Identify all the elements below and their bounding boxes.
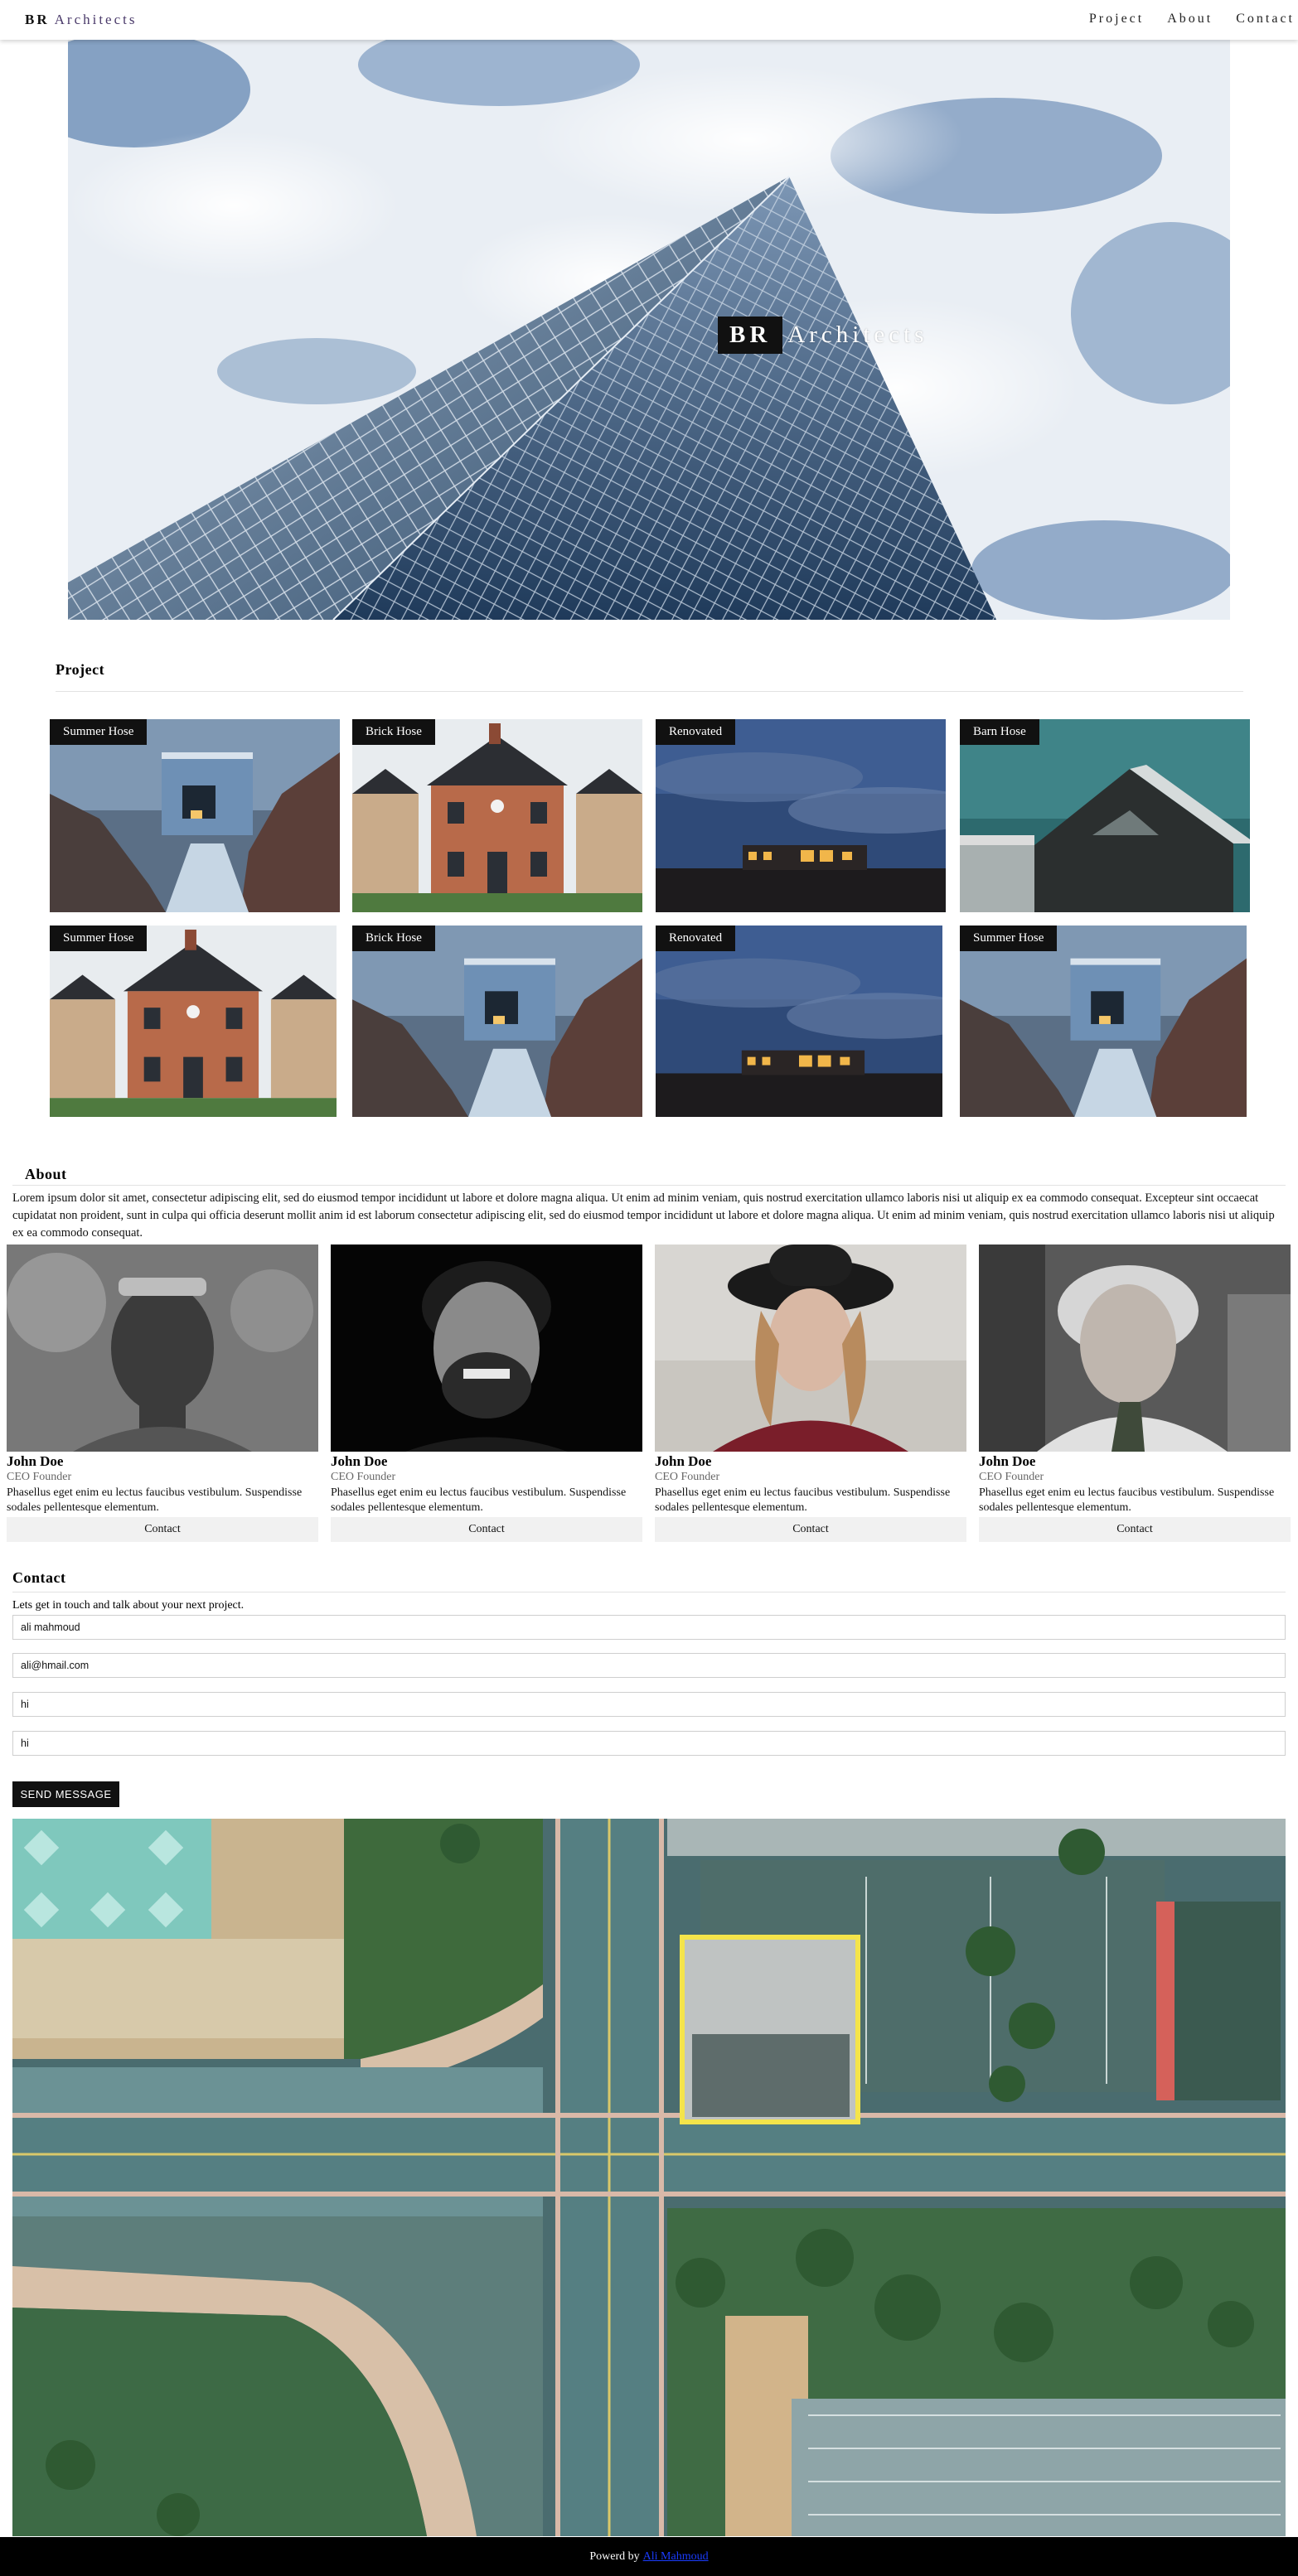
footer-author-link[interactable]: Ali Mahmoud [643, 2550, 709, 2564]
team-member-name: John Doe [655, 1453, 712, 1469]
hero-building-illustration [68, 40, 1230, 620]
team-member-photo [331, 1245, 642, 1452]
project-tile-label: Renovated [656, 719, 736, 745]
hero-title-rest: Architects [787, 321, 928, 348]
brand-bold: BR [25, 12, 50, 27]
hero-title-bold: BR [718, 316, 783, 354]
team-member-photo [7, 1245, 318, 1452]
footer-text: Powerd by [589, 2549, 640, 2563]
portrait-illustration [7, 1245, 318, 1452]
subject-input[interactable]: hi [12, 1692, 1286, 1717]
project-divider [56, 691, 1243, 692]
team-card: John Doe CEO Founder Phasellus eget enim e… [979, 1245, 1291, 1542]
team-member-role: CEO Founder [7, 1471, 72, 1483]
project-tile-label: Renovated [656, 926, 736, 951]
project-tile[interactable]: Brick Hose [352, 926, 642, 1117]
team-member-description: Phasellus eget enim eu lectus faucibus v… [7, 1486, 303, 1514]
project-photo [50, 719, 340, 912]
project-tile-label: Brick Hose [352, 719, 435, 745]
team-card: John Doe CEO Founder Phasellus eget enim e… [655, 1245, 966, 1542]
team-member-description: Phasellus eget enim eu lectus faucibus v… [655, 1486, 951, 1514]
top-navigation-bar: BR Architects Project About Contact [0, 0, 1298, 40]
project-tile[interactable]: Summer Hose [50, 926, 337, 1117]
about-paragraph: Lorem ipsum dolor sit amet, consectetur … [12, 1191, 1275, 1240]
footer: Powerd by Ali Mahmoud [0, 2537, 1298, 2576]
project-tile-label: Summer Hose [50, 926, 148, 951]
team-member-photo [979, 1245, 1291, 1452]
aerial-city-image [12, 1819, 1286, 2536]
project-tile-label: Summer Hose [960, 926, 1058, 951]
project-tile-label: Summer Hose [50, 719, 148, 745]
nav-links: Project About Contact [1089, 12, 1298, 27]
portrait-illustration [979, 1245, 1291, 1452]
name-input[interactable]: ali mahmoud [12, 1615, 1286, 1640]
team-card: John Doe CEO Founder Phasellus eget enim e… [7, 1245, 318, 1542]
team-member-description: Phasellus eget enim eu lectus faucibus v… [331, 1486, 627, 1514]
team-member-role: CEO Founder [979, 1471, 1044, 1483]
project-photo [352, 926, 642, 1117]
team-member-role: CEO Founder [331, 1471, 396, 1483]
project-heading: Project [56, 661, 105, 678]
project-tile[interactable]: Brick Hose [352, 719, 642, 912]
about-heading: About [25, 1166, 67, 1182]
project-photo [960, 719, 1250, 912]
email-input[interactable]: ali@hmail.com [12, 1653, 1286, 1678]
team-contact-button[interactable]: Contact [7, 1517, 318, 1542]
team-contact-button[interactable]: Contact [655, 1517, 966, 1542]
team-member-role: CEO Founder [655, 1471, 720, 1483]
aerial-map-illustration [12, 1819, 1286, 2536]
project-tile[interactable]: Renovated [656, 719, 946, 912]
team-contact-button[interactable]: Contact [979, 1517, 1291, 1542]
hero-title: BR Architects [718, 315, 927, 355]
brand-logo[interactable]: BR Architects [25, 12, 137, 28]
portrait-illustration [331, 1245, 642, 1452]
project-photo [656, 719, 946, 912]
about-divider [12, 1185, 1286, 1186]
project-tile[interactable]: Summer Hose [50, 719, 340, 912]
team-member-name: John Doe [331, 1453, 388, 1469]
project-photo [656, 926, 942, 1117]
project-tile[interactable]: Summer Hose [960, 926, 1247, 1117]
portrait-illustration [655, 1245, 966, 1452]
project-photo [352, 719, 642, 912]
team-member-photo [655, 1245, 966, 1452]
team-member-name: John Doe [7, 1453, 64, 1469]
send-message-button[interactable]: SEND MESSAGE [12, 1781, 119, 1807]
nav-link-project[interactable]: Project [1089, 12, 1144, 27]
project-tile-label: Brick Hose [352, 926, 435, 951]
team-member-name: John Doe [979, 1453, 1036, 1469]
project-photo [960, 926, 1247, 1117]
project-photo [50, 926, 337, 1117]
nav-link-contact[interactable]: Contact [1236, 12, 1295, 27]
contact-heading: Contact [12, 1569, 66, 1586]
brand-name: Architects [54, 12, 138, 27]
project-tile[interactable]: Renovated [656, 926, 942, 1117]
team-card: John Doe CEO Founder Phasellus eget enim e… [331, 1245, 642, 1542]
project-tile[interactable]: Barn Hose [960, 719, 1250, 912]
project-tile-label: Barn Hose [960, 719, 1039, 745]
team-contact-button[interactable]: Contact [331, 1517, 642, 1542]
team-member-description: Phasellus eget enim eu lectus faucibus v… [979, 1486, 1275, 1514]
contact-subtitle: Lets get in touch and talk about your ne… [12, 1599, 245, 1612]
comment-input[interactable]: hi [12, 1731, 1286, 1756]
nav-link-about[interactable]: About [1167, 12, 1213, 27]
hero-image: BR Architects [68, 40, 1230, 620]
